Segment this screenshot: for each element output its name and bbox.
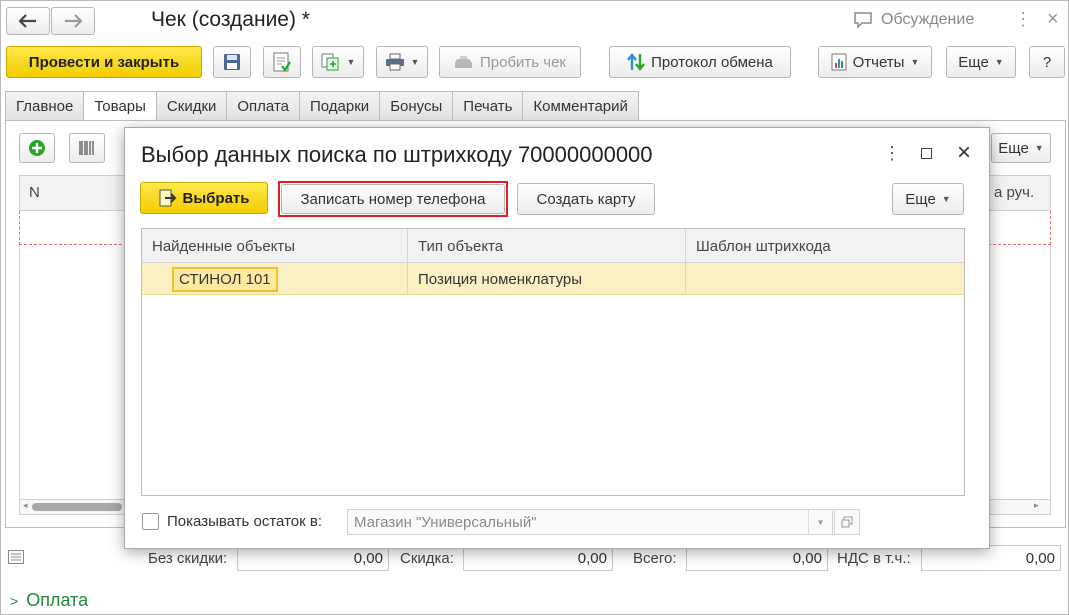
goods-more-label: Еще <box>998 139 1029 157</box>
report-chart-icon <box>831 53 847 71</box>
exchange-log-button[interactable]: Протокол обмена <box>609 46 791 78</box>
goods-more-button[interactable]: Еще ▼ <box>991 133 1051 163</box>
column-object-type[interactable]: Тип объекта <box>408 229 686 263</box>
tab-bar: Главное Товары Скидки Оплата Подарки Бон… <box>5 91 639 121</box>
chevron-down-icon: ▼ <box>941 194 951 204</box>
dialog-menu-icon[interactable]: ⋮ <box>883 144 901 162</box>
tab-gifts[interactable]: Подарки <box>299 91 380 121</box>
back-button[interactable] <box>6 7 50 35</box>
printer-icon <box>385 53 405 71</box>
list-icon[interactable] <box>8 550 24 567</box>
column-found-objects[interactable]: Найденные объекты <box>142 229 408 263</box>
column-manual: а руч. <box>994 184 1035 201</box>
select-button[interactable]: Выбрать <box>140 182 268 214</box>
cash-register-icon <box>454 55 474 69</box>
floppy-disk-icon <box>223 53 241 71</box>
maximize-icon[interactable] <box>921 148 932 159</box>
discussion-link[interactable]: Обсуждение <box>853 11 974 29</box>
add-row-button[interactable] <box>19 133 55 163</box>
cell-barcode-template[interactable] <box>686 263 964 295</box>
tab-comment[interactable]: Комментарий <box>522 91 639 121</box>
print-check-label: Пробить чек <box>479 53 566 71</box>
chevron-down-icon[interactable]: ▼ <box>808 510 832 534</box>
scroll-right-icon[interactable]: ▸ <box>1034 500 1039 511</box>
record-phone-button[interactable]: Записать номер телефона <box>281 184 505 214</box>
select-arrow-icon <box>159 189 177 207</box>
print-check-button[interactable]: Пробить чек <box>439 46 581 78</box>
scroll-left-icon[interactable]: ◂ <box>23 500 28 511</box>
reports-button[interactable]: Отчеты ▼ <box>818 46 932 78</box>
open-window-icon <box>841 516 853 528</box>
show-stock-label: Показывать остаток в: <box>167 513 322 530</box>
exchange-arrows-icon <box>627 52 646 72</box>
table-row[interactable]: СТИНОЛ 101 Позиция номенклатуры <box>142 263 964 295</box>
open-store-button[interactable] <box>834 509 860 535</box>
without-discount-label: Без скидки: <box>148 550 228 567</box>
show-stock-checkbox[interactable] <box>142 513 159 530</box>
document-window: Чек (создание) * Обсуждение ⋮ × Провести… <box>0 0 1069 615</box>
discussion-label: Обсуждение <box>881 11 975 28</box>
reports-label: Отчеты <box>852 53 905 71</box>
dialog-title: Выбор данных поиска по штрихкоду 7000000… <box>141 142 653 167</box>
found-object-value: СТИНОЛ 101 <box>172 266 278 292</box>
dialog-close-icon[interactable]: × <box>957 141 971 165</box>
tab-main[interactable]: Главное <box>5 91 84 121</box>
tab-payment[interactable]: Оплата <box>226 91 299 121</box>
forward-button[interactable] <box>51 7 95 35</box>
barcode-search-button[interactable] <box>69 133 105 163</box>
post-and-close-button[interactable]: Провести и закрыть <box>6 46 202 78</box>
store-select[interactable]: Магазин "Универсальный" ▼ <box>347 509 833 535</box>
tab-print[interactable]: Печать <box>452 91 523 121</box>
more-label: Еще <box>958 53 989 71</box>
payment-section-label: Оплата <box>26 590 89 610</box>
select-label: Выбрать <box>182 189 250 207</box>
exchange-log-label: Протокол обмена <box>651 53 773 71</box>
chevron-down-icon: ▼ <box>994 57 1004 67</box>
create-card-button[interactable]: Создать карту <box>517 183 655 215</box>
column-n: N <box>29 184 40 201</box>
window-menu-icon[interactable]: ⋮ <box>1014 10 1032 28</box>
chevron-down-icon: ▼ <box>410 57 420 67</box>
post-document-icon <box>273 52 291 72</box>
dialog-more-label: Еще <box>905 190 936 208</box>
scrollbar-thumb[interactable] <box>32 503 122 511</box>
tab-discounts[interactable]: Скидки <box>155 91 227 121</box>
chevron-right-icon: > <box>10 592 19 609</box>
create-based-on-button[interactable]: ▼ <box>312 46 364 78</box>
plus-circle-icon <box>28 139 46 157</box>
tab-goods[interactable]: Товары <box>83 91 156 121</box>
close-icon[interactable]: × <box>1047 9 1059 29</box>
post-button[interactable] <box>263 46 301 78</box>
discount-label: Скидка: <box>400 550 454 567</box>
payment-section-toggle[interactable]: > Оплата <box>10 590 88 611</box>
barcode-search-dialog: Выбор данных поиска по штрихкоду 7000000… <box>124 127 990 549</box>
help-button[interactable]: ? <box>1029 46 1065 78</box>
store-value: Магазин "Универсальный" <box>354 513 537 531</box>
cell-found-object[interactable]: СТИНОЛ 101 <box>142 263 408 295</box>
arrow-left-icon <box>19 14 37 28</box>
chevron-down-icon: ▼ <box>910 57 920 67</box>
more-button[interactable]: Еще ▼ <box>946 46 1016 78</box>
tab-bonuses[interactable]: Бонусы <box>379 91 453 121</box>
create-based-icon <box>321 53 341 71</box>
total-label: Всего: <box>633 550 677 567</box>
save-button[interactable] <box>213 46 251 78</box>
chevron-down-icon: ▼ <box>1034 143 1044 153</box>
vat-label: НДС в т.ч.: <box>837 550 911 567</box>
found-objects-table: Найденные объекты Тип объекта Шаблон штр… <box>141 228 965 496</box>
table-header: Найденные объекты Тип объекта Шаблон штр… <box>142 229 964 263</box>
cell-object-type[interactable]: Позиция номенклатуры <box>408 263 686 295</box>
speech-bubble-icon <box>853 11 873 29</box>
dialog-more-button[interactable]: Еще ▼ <box>892 183 964 215</box>
window-title: Чек (создание) * <box>151 8 310 31</box>
arrow-right-icon <box>64 14 82 28</box>
barcode-icon <box>78 139 96 157</box>
chevron-down-icon: ▼ <box>346 57 356 67</box>
print-button[interactable]: ▼ <box>376 46 428 78</box>
column-barcode-template[interactable]: Шаблон штрихкода <box>686 229 964 263</box>
